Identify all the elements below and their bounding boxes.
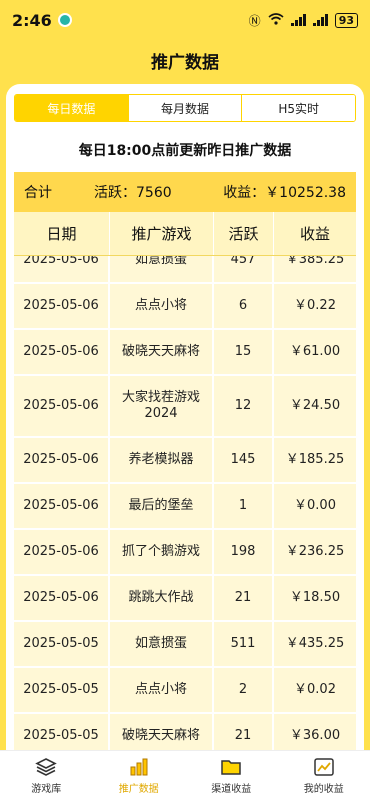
- cell-income: ￥24.50: [289, 398, 341, 413]
- nav-label: 渠道收益: [211, 783, 252, 795]
- header-date: 日期: [14, 212, 110, 255]
- cell-active: 12: [214, 376, 274, 436]
- cell-income: ￥0.02: [294, 682, 336, 697]
- app-notification-icon: [57, 13, 72, 27]
- cell-active: 6: [214, 284, 274, 328]
- cell-game: 点点小将: [110, 284, 214, 328]
- nav-label: 推广数据: [118, 783, 159, 795]
- wifi-icon: [268, 12, 284, 28]
- cell-date: 2025-05-06: [14, 256, 110, 282]
- table-row: 2025-05-05 点点小将 2 ￥0.02: [14, 668, 356, 714]
- summary-total-label: 合计: [24, 185, 52, 201]
- cell-game: 养老模拟器: [110, 438, 214, 482]
- cell-date: 2025-05-06: [14, 530, 110, 574]
- table-row: 2025-05-06 抓了个鹅游戏 198 ￥236.25: [14, 530, 356, 576]
- trend-chart-icon: [313, 757, 335, 777]
- update-notice: 每日18:00点前更新昨日推广数据: [78, 143, 292, 159]
- cell-date: 2025-05-06: [14, 576, 110, 620]
- cell-income: ￥185.25: [285, 452, 345, 467]
- cell-income: ￥18.50: [289, 590, 341, 605]
- content-card: 每日数据 每月数据 H5实时 每日18:00点前更新昨日推广数据 合计 活跃：7…: [6, 84, 364, 750]
- tab-h5-realtime[interactable]: H5实时: [242, 95, 355, 121]
- cell-game: 大家找茬游戏2024: [110, 376, 214, 436]
- status-time: 2:46: [12, 10, 52, 30]
- cell-income: ￥385.25: [285, 256, 345, 267]
- nav-channel-income[interactable]: 渠道收益: [185, 751, 278, 800]
- nav-my-income[interactable]: 我的收益: [278, 751, 370, 800]
- table-header: 日期 推广游戏 活跃 收益: [14, 212, 356, 256]
- cell-date: 2025-05-05: [14, 714, 110, 750]
- cell-game: 破晓天天麻将: [110, 330, 214, 374]
- cell-date: 2025-05-06: [14, 330, 110, 374]
- cell-game: 如意掼蛋: [110, 256, 214, 282]
- cell-income: ￥0.00: [294, 498, 336, 513]
- cell-active: 511: [214, 622, 274, 666]
- cell-game: 抓了个鹅游戏: [110, 530, 214, 574]
- cell-active: 457: [214, 256, 274, 282]
- header-game: 推广游戏: [110, 212, 214, 255]
- cell-date: 2025-05-05: [14, 622, 110, 666]
- tab-monthly[interactable]: 每月数据: [128, 95, 243, 121]
- header-income: 收益: [299, 225, 330, 243]
- cell-game: 破晓天天麻将: [110, 714, 214, 750]
- cell-income: ￥61.00: [289, 344, 341, 359]
- header-active: 活跃: [214, 212, 274, 255]
- cell-game: 跳跳大作战: [110, 576, 214, 620]
- table-row: 2025-05-05 如意掼蛋 511 ￥435.25: [14, 622, 356, 668]
- summary-active: 活跃：7560: [94, 185, 172, 201]
- cell-game: 点点小将: [110, 668, 214, 712]
- status-icons: Ⓝ 93: [249, 12, 358, 29]
- nav-game-library[interactable]: 游戏库: [0, 751, 93, 800]
- cell-date: 2025-05-05: [14, 668, 110, 712]
- signal-icon-2: [312, 14, 328, 26]
- table-row: 2025-05-06 最后的堡垒 1 ￥0.00: [14, 484, 356, 530]
- table-row: 2025-05-06 点点小将 6 ￥0.22: [14, 284, 356, 330]
- signal-icon: [290, 14, 306, 26]
- nfc-icon: Ⓝ: [248, 13, 261, 28]
- tab-bar: 每日数据 每月数据 H5实时: [14, 94, 356, 122]
- table-row: 2025-05-06 大家找茬游戏2024 12 ￥24.50: [14, 376, 356, 438]
- layers-icon: [35, 757, 58, 777]
- cell-date: 2025-05-06: [14, 438, 110, 482]
- cell-game: 最后的堡垒: [110, 484, 214, 528]
- cell-active: 21: [214, 576, 274, 620]
- table-row: 2025-05-06 养老模拟器 145 ￥185.25: [14, 438, 356, 484]
- battery-icon: 93: [334, 12, 358, 28]
- cell-active: 1: [214, 484, 274, 528]
- cell-active: 15: [214, 330, 274, 374]
- table-row: 2025-05-06 破晓天天麻将 15 ￥61.00: [14, 330, 356, 376]
- cell-active: 2: [214, 668, 274, 712]
- status-bar: 2:46 Ⓝ 93: [0, 0, 370, 40]
- cell-date: 2025-05-06: [14, 284, 110, 328]
- table-row: 2025-05-05 破晓天天麻将 21 ￥36.00: [14, 714, 356, 750]
- cell-income: ￥36.00: [289, 728, 341, 743]
- folder-icon: [220, 757, 242, 777]
- table-row: 2025-05-06 如意掼蛋 457 ￥385.25: [14, 256, 356, 284]
- cell-date: 2025-05-06: [14, 376, 110, 436]
- nav-promo-data[interactable]: 推广数据: [93, 751, 186, 800]
- table-scroll-area[interactable]: 2025-05-06 如意掼蛋 457 ￥385.25 2025-05-06 点点小将 6 ￥…: [14, 256, 356, 750]
- summary-income: 收益：￥10252.38: [223, 185, 346, 201]
- cell-active: 145: [214, 438, 274, 482]
- table-row: 2025-05-06 跳跳大作战 21 ￥18.50: [14, 576, 356, 622]
- nav-label: 我的收益: [303, 783, 344, 795]
- cell-income: ￥0.22: [294, 298, 336, 313]
- table-body: 2025-05-06 如意掼蛋 457 ￥385.25 2025-05-06 点点小将 6 ￥…: [14, 256, 356, 750]
- cell-game: 如意掼蛋: [110, 622, 214, 666]
- cell-date: 2025-05-06: [14, 484, 110, 528]
- cell-active: 21: [214, 714, 274, 750]
- cell-income: ￥236.25: [285, 544, 345, 559]
- summary-bar: 合计 活跃：7560 收益：￥10252.38: [14, 172, 356, 212]
- nav-label: 游戏库: [31, 783, 62, 795]
- bar-chart-icon: [128, 757, 150, 777]
- cell-income: ￥435.25: [285, 636, 345, 651]
- bottom-nav: 游戏库 推广数据 渠道收益 我的收益: [0, 750, 370, 800]
- tab-daily[interactable]: 每日数据: [15, 95, 129, 121]
- page-title: 推广数据: [151, 52, 219, 73]
- cell-active: 198: [214, 530, 274, 574]
